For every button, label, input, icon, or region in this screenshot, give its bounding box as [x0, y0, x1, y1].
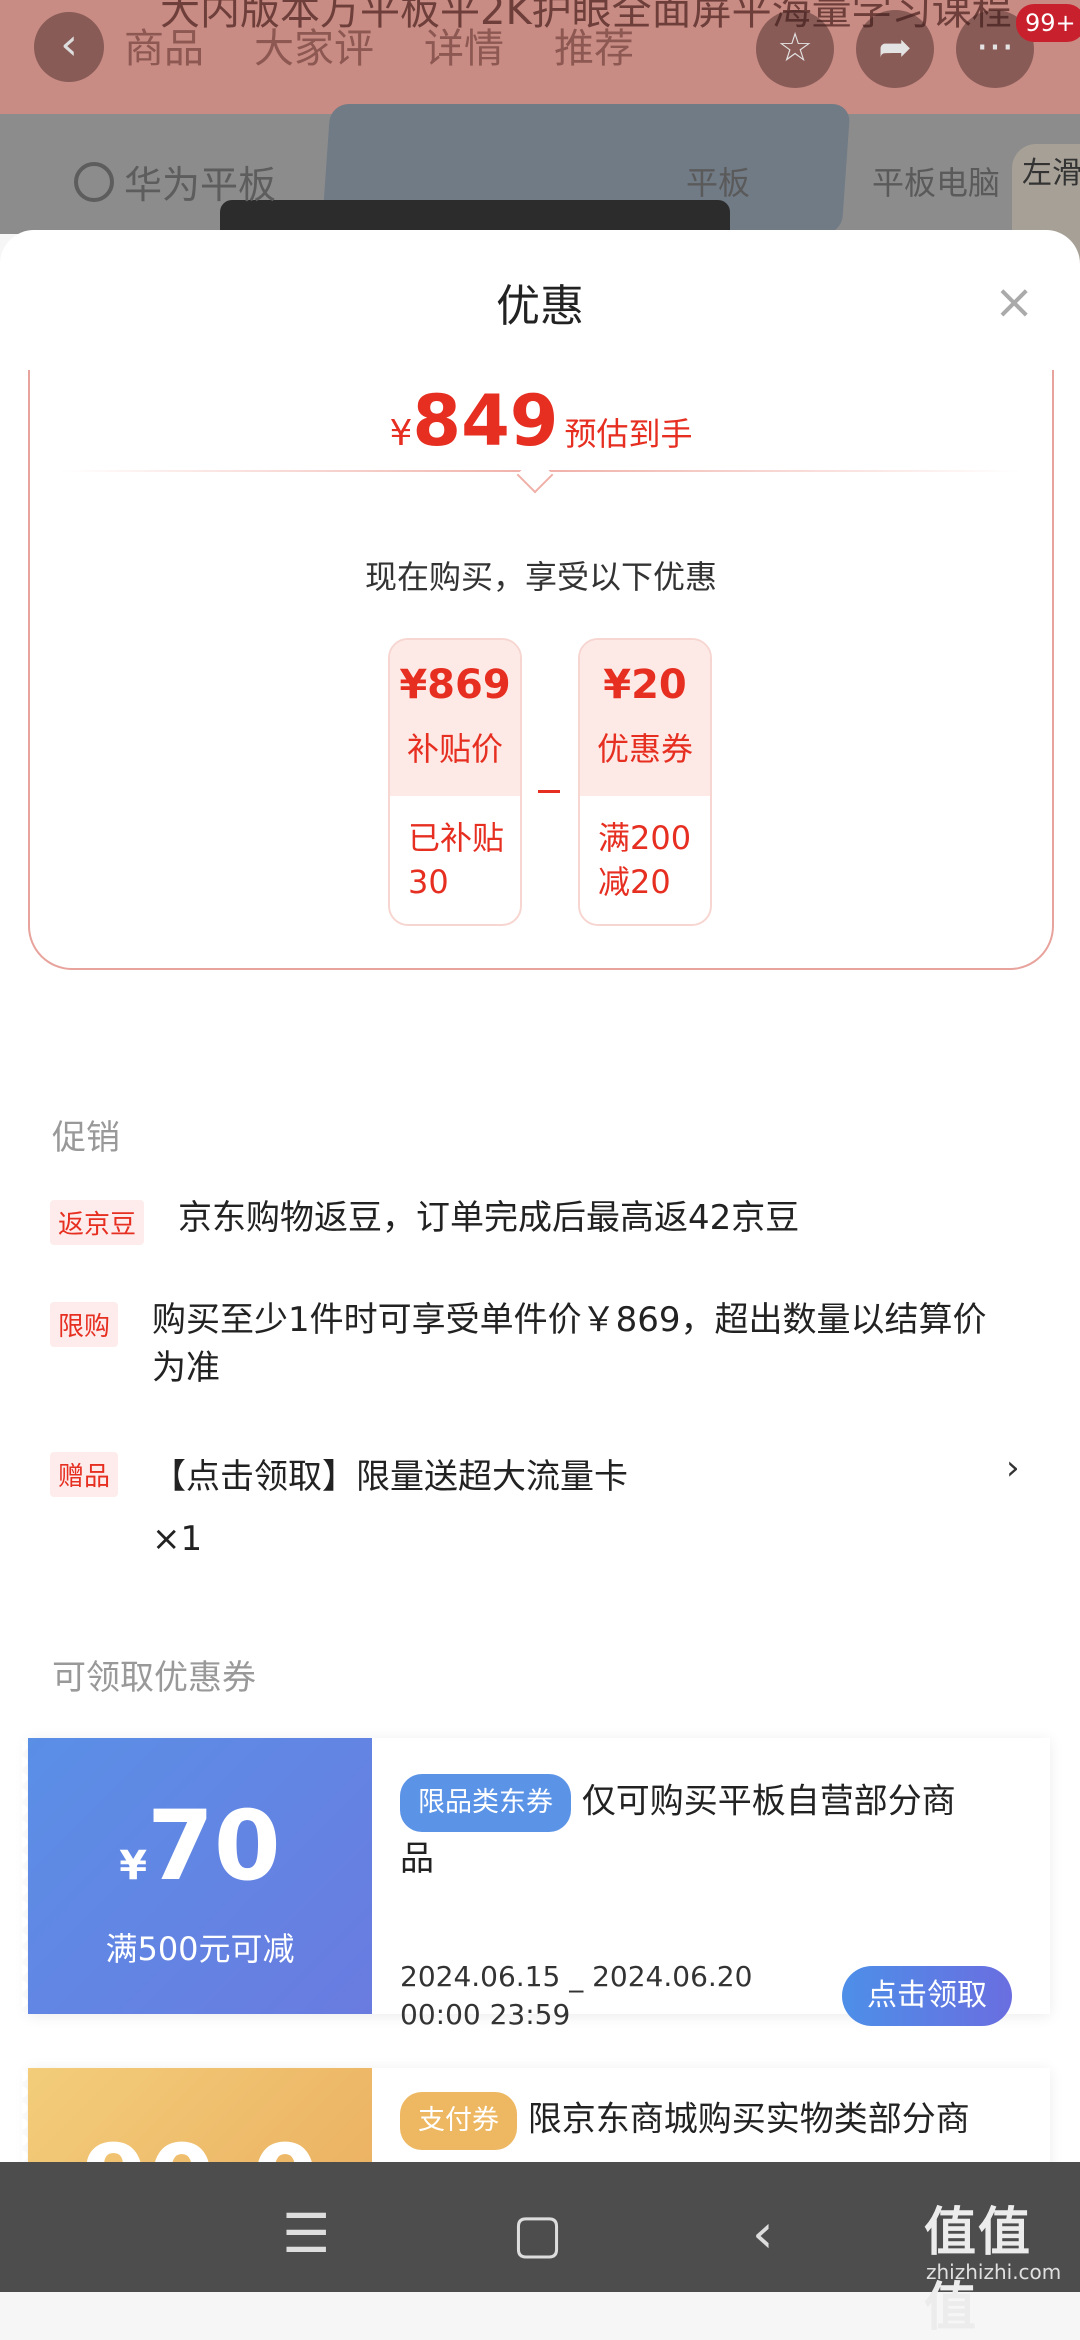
coupon-desc-line1: 仅可购买平板自营部分商: [581, 1781, 956, 1822]
coupon-date-line2: 00:00 23:59: [400, 1998, 571, 2031]
promo-tag: 返京豆: [50, 1200, 145, 1245]
minus-sign: [538, 790, 560, 793]
sheet-title: 优惠: [496, 281, 584, 332]
coupons-title: 可领取优惠券: [52, 1658, 256, 1698]
price-summary-card: ¥849 预估到手 现在购买，享受以下优惠 ¥869 补贴价 已补贴 30 ¥20…: [28, 370, 1054, 970]
product-tabs: 商品 大家评 详情 推荐: [124, 16, 634, 74]
promo-text-line1: 【点击领取】限量送超大流量卡: [152, 1457, 628, 1497]
coupon-validity: 2024.06.15 _ 2024.06.20 00:00 23:59: [400, 1958, 752, 2034]
promo-row[interactable]: 返京豆 京东购物返豆，订单完成后最高返42京豆: [50, 1198, 1030, 1260]
back-icon[interactable]: ‹: [752, 2202, 774, 2265]
coupon-discount-value: ¥20: [603, 662, 687, 708]
coupon-condition: 满500元可减: [105, 1930, 295, 1968]
gift-promo-row[interactable]: 赠品 【点击领取】限量送超大流量卡 ×1 ›: [50, 1448, 1030, 1562]
search-chip[interactable]: 平板电脑: [872, 158, 1000, 204]
coupon-amount-value: 70: [147, 1790, 281, 1902]
subsidy-price-card: ¥869 补贴价 已补贴 30: [388, 638, 522, 926]
search-chip[interactable]: 平板: [686, 158, 750, 204]
promo-row[interactable]: 限购 购买至少1件时可享受单件价￥869，超出数量以结算价 为准: [50, 1300, 1030, 1402]
estimated-price: ¥849 预估到手: [30, 380, 1052, 462]
coupon-card: 90.0 支付券 限京东商城购买实物类部分商: [22, 2068, 1050, 2162]
share-icon: ➦: [878, 25, 912, 71]
coupon-type-tag: 支付券: [400, 2092, 517, 2150]
coupon-detail-line1: 满200: [598, 819, 692, 857]
claim-coupon-button[interactable]: 点击领取: [842, 1966, 1012, 2026]
promo-text-line2: 为准: [152, 1348, 220, 1388]
coupon-card: ¥70 满500元可减 限品类东券 仅可购买平板自营部分商 品 2024.06.…: [22, 1738, 1050, 2031]
promo-text-line2: ×1: [152, 1519, 203, 1559]
tab-reviews[interactable]: 大家评: [254, 16, 374, 74]
promo-text-line1: 购买至少1件时可享受单件价￥869，超出数量以结算价: [152, 1300, 987, 1340]
menu-icon[interactable]: ☰: [282, 2202, 330, 2265]
promotions-title: 促销: [52, 1118, 120, 1158]
coupon-discount-card: ¥20 优惠券 满200 减20: [578, 638, 712, 926]
coupon-info: 支付券 限京东商城购买实物类部分商: [400, 2092, 1020, 2150]
more-icon: ···: [975, 25, 1015, 71]
coupon-amount-value: 90.0: [82, 2124, 319, 2162]
watermark-url: zhizhizhi.com: [926, 2260, 1062, 2284]
star-icon: ☆: [777, 25, 813, 71]
coupon-amount-panel: 90.0: [22, 2068, 372, 2162]
coupon-date-line1: 2024.06.15 _ 2024.06.20: [400, 1960, 753, 1993]
back-button[interactable]: ‹: [34, 12, 104, 82]
promo-text: 购买至少1件时可享受单件价￥869，超出数量以结算价 为准: [152, 1296, 1032, 1392]
tab-details[interactable]: 详情: [424, 16, 504, 74]
coupon-amount: ¥70: [28, 1790, 372, 1902]
promo-text: 京东购物返豆，订单完成后最高返42京豆: [178, 1198, 800, 1238]
tab-recommend[interactable]: 推荐: [554, 16, 634, 74]
estimated-price-value: 849: [412, 380, 559, 462]
subsidy-detail-line1: 已补贴: [408, 819, 505, 857]
coupon-desc-line1: 限京东商城购买实物类部分商: [527, 2099, 970, 2140]
share-button[interactable]: ➦: [856, 10, 934, 88]
search-icon: [74, 161, 114, 202]
currency-symbol: ¥: [389, 413, 413, 454]
subsidy-price-value: ¥869: [399, 662, 511, 708]
system-nav-bar: ☰ ▢ ‹: [0, 2162, 1080, 2292]
coupon-currency: ¥: [119, 1843, 148, 1889]
favorite-button[interactable]: ☆: [756, 10, 834, 88]
notification-badge: 99+: [1016, 4, 1080, 42]
coupon-type-tag: 限品类东券: [400, 1774, 571, 1832]
coupon-desc-line2: 品: [400, 1839, 434, 1879]
search-text: 华为平板: [124, 163, 277, 207]
coupon-discount-label: 优惠券: [596, 730, 693, 768]
coupon-description: 支付券 限京东商城购买实物类部分商: [400, 2092, 1020, 2150]
buy-now-text: 现在购买，享受以下优惠: [364, 558, 717, 596]
coupon-amount-panel: ¥70 满500元可减: [22, 1738, 372, 2014]
tab-product[interactable]: 商品: [124, 16, 204, 74]
subsidy-detail-line2: 30: [408, 863, 449, 901]
coupon-detail-line2: 减20: [598, 863, 671, 901]
promo-text: 【点击领取】限量送超大流量卡 ×1: [152, 1446, 992, 1570]
chevron-right-icon[interactable]: ›: [1006, 1448, 1020, 1488]
subsidy-price-label: 补贴价: [406, 730, 503, 768]
coupon-info: 限品类东券 仅可购买平板自营部分商 品 2024.06.15 _ 2024.06…: [400, 1774, 1020, 2031]
chevron-left-icon: ‹: [60, 19, 78, 70]
estimated-price-label: 预估到手: [564, 415, 693, 453]
divider-notch: [516, 456, 554, 494]
promo-tag: 限购: [50, 1302, 119, 1347]
discount-sheet: 优惠 × ¥849 预估到手 现在购买，享受以下优惠 ¥869 补贴价 已补贴 3…: [0, 230, 1080, 2162]
close-icon[interactable]: ×: [994, 278, 1034, 326]
coupon-description: 限品类东券 仅可购买平板自营部分商 品: [400, 1774, 1020, 1886]
promo-tag: 赠品: [50, 1452, 119, 1497]
search-bar[interactable]: 华为平板: [74, 154, 276, 209]
coupon-amount: 90.0: [28, 2124, 372, 2162]
product-header: 大内版本万平板平2K护眼全面屏平海量学习课程 ‹ 商品 大家评 详情 推荐 ☆ …: [0, 0, 1080, 114]
product-image-area: 华为平板 平板 平板电脑 左滑: [0, 104, 1080, 264]
home-icon[interactable]: ▢: [512, 2202, 563, 2265]
